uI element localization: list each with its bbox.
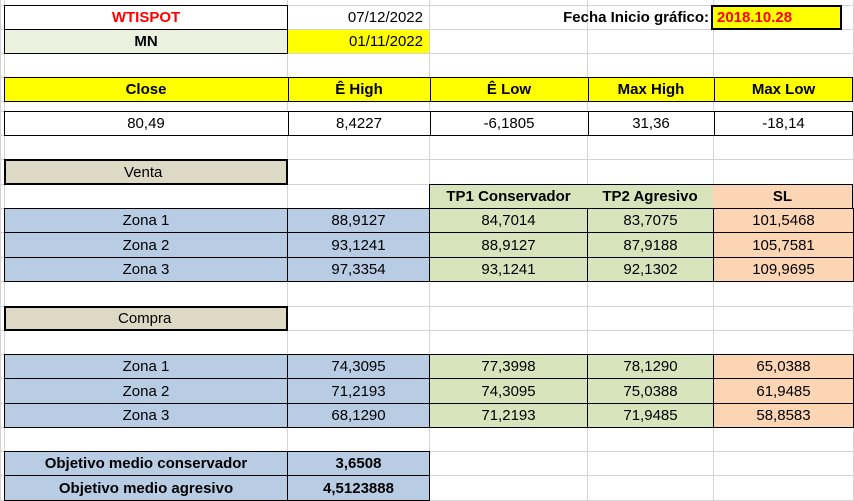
venta-sl-cell[interactable]: 105,7581 — [714, 233, 853, 257]
venta-tp2-cell[interactable]: 83,7075 — [588, 209, 713, 232]
table-divider — [713, 354, 714, 428]
table-divider — [4, 378, 854, 379]
date-cell[interactable]: 07/12/2022 — [288, 6, 429, 29]
e-high-header[interactable]: Ê High — [288, 78, 429, 101]
compra-sl-cell[interactable]: 65,0388 — [714, 355, 853, 378]
table-divider — [429, 354, 430, 428]
venta-tp2-cell[interactable]: 92,1302 — [588, 258, 713, 281]
e-low-value[interactable]: -6,1805 — [430, 112, 587, 135]
venta-entry-cell[interactable]: 97,3354 — [288, 258, 429, 281]
table-divider — [713, 208, 714, 282]
venta-entry-cell[interactable]: 88,9127 — [288, 209, 429, 232]
compra-tp1-cell[interactable]: 71,2193 — [430, 404, 587, 427]
table-divider — [4, 403, 854, 404]
table-divider — [287, 354, 288, 428]
venta-sl-cell[interactable]: 109,9695 — [714, 258, 853, 281]
table-divider — [587, 354, 588, 428]
compra-zone-cell[interactable]: Zona 3 — [5, 404, 287, 427]
close-header[interactable]: Close — [5, 78, 287, 101]
compra-entry-cell[interactable]: 68,1290 — [288, 404, 429, 427]
spreadsheet-grid: WTISPOT 07/12/2022 Fecha Inicio gráfico:… — [0, 0, 854, 501]
venta-tp1-header[interactable]: TP1 Conservador — [429, 184, 588, 209]
compra-sl-cell[interactable]: 61,9485 — [714, 379, 853, 403]
venta-sl-cell[interactable]: 101,5468 — [714, 209, 853, 232]
venta-zone-cell[interactable]: Zona 1 — [5, 209, 287, 232]
period-date-cell[interactable]: 01/11/2022 — [288, 30, 429, 53]
compra-tp2-cell[interactable]: 71,9485 — [588, 404, 713, 427]
compra-entry-cell[interactable]: 71,2193 — [288, 379, 429, 403]
e-high-value[interactable]: 8,4227 — [288, 112, 429, 135]
objective-conservative-value[interactable]: 3,6508 — [287, 451, 430, 476]
close-value[interactable]: 80,49 — [5, 112, 287, 135]
venta-sl-header[interactable]: SL — [713, 184, 853, 209]
timeframe-cell[interactable]: MN — [4, 29, 288, 54]
table-divider — [4, 257, 854, 258]
venta-tp1-cell[interactable]: 84,7014 — [430, 209, 587, 232]
compra-sl-cell[interactable]: 58,8583 — [714, 404, 853, 427]
table-divider — [4, 232, 854, 233]
venta-tp2-cell[interactable]: 87,9188 — [588, 233, 713, 257]
compra-zone-cell[interactable]: Zona 2 — [5, 379, 287, 403]
max-low-value[interactable]: -18,14 — [714, 112, 852, 135]
compra-tp2-cell[interactable]: 78,1290 — [588, 355, 713, 378]
compra-entry-cell[interactable]: 74,3095 — [288, 355, 429, 378]
objective-aggressive-label[interactable]: Objetivo medio agresivo — [4, 475, 288, 501]
symbol-cell[interactable]: WTISPOT — [4, 5, 288, 30]
e-low-header[interactable]: Ê Low — [430, 78, 587, 101]
compra-tp1-cell[interactable]: 77,3998 — [430, 355, 587, 378]
gridline — [0, 427, 854, 428]
venta-label[interactable]: Venta — [4, 159, 288, 185]
chart-start-label: Fecha Inicio gráfico: — [563, 9, 709, 26]
objective-aggressive-value[interactable]: 4,5123888 — [287, 475, 430, 501]
venta-entry-cell[interactable]: 93,1241 — [288, 233, 429, 257]
table-divider — [587, 208, 588, 282]
compra-tp2-cell[interactable]: 75,0388 — [588, 379, 713, 403]
venta-tp1-cell[interactable]: 88,9127 — [430, 233, 587, 257]
table-divider — [287, 208, 288, 282]
chart-start-date-cell[interactable]: 2018.10.28 — [711, 5, 842, 30]
venta-zone-cell[interactable]: Zona 3 — [5, 258, 287, 281]
max-low-header[interactable]: Max Low — [714, 78, 852, 101]
compra-tp1-cell[interactable]: 74,3095 — [430, 379, 587, 403]
compra-zone-cell[interactable]: Zona 1 — [5, 355, 287, 378]
gridline — [0, 0, 1, 501]
objective-conservative-label[interactable]: Objetivo medio conservador — [4, 451, 288, 476]
gridline — [0, 281, 854, 282]
venta-tp1-cell[interactable]: 93,1241 — [430, 258, 587, 281]
table-divider — [429, 208, 430, 282]
max-high-header[interactable]: Max High — [588, 78, 713, 101]
compra-label[interactable]: Compra — [4, 306, 288, 331]
max-high-value[interactable]: 31,36 — [588, 112, 713, 135]
venta-zone-cell[interactable]: Zona 2 — [5, 233, 287, 257]
venta-tp2-header[interactable]: TP2 Agresivo — [587, 184, 714, 209]
